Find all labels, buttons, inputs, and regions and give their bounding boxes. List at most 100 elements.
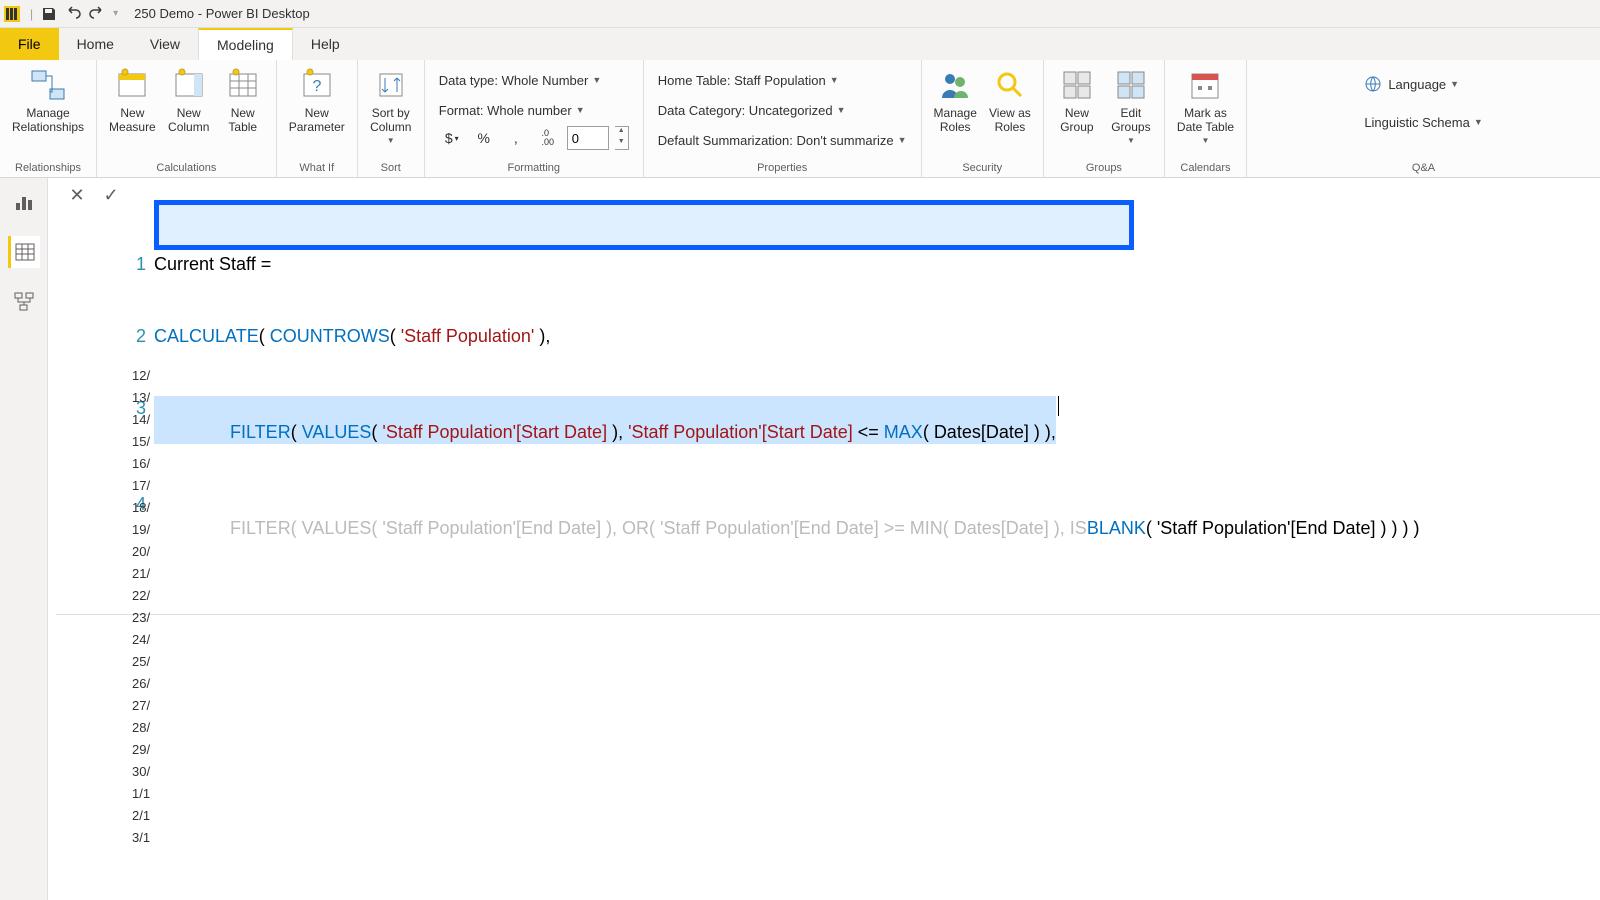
- chevron-down-icon: ▼: [592, 75, 601, 85]
- chevron-down-icon: ▼: [1127, 136, 1135, 145]
- manage-roles-button[interactable]: Manage Roles: [928, 64, 983, 137]
- table-row[interactable]: 14/: [132, 408, 162, 430]
- default-summarization-dropdown[interactable]: Default Summarization: Don't summarize▼: [658, 126, 907, 154]
- table-row[interactable]: 25/: [132, 650, 162, 672]
- formula-bar: ✕ ✓ 1Current Staff = 2CACALCULATE( COUNT…: [56, 178, 1600, 615]
- view-as-roles-button[interactable]: View as Roles: [983, 64, 1037, 137]
- menu-bar: File Home View Modeling Help: [0, 28, 1600, 60]
- data-type-dropdown[interactable]: Data type: Whole Number▼: [439, 66, 629, 94]
- table-row[interactable]: 28/: [132, 716, 162, 738]
- mark-as-date-table-button[interactable]: Mark as Date Table ▼: [1171, 64, 1240, 147]
- file-tab[interactable]: File: [0, 28, 59, 60]
- app-icon: [4, 6, 20, 22]
- currency-button[interactable]: $▾: [439, 126, 465, 150]
- view-rail: [0, 178, 48, 900]
- help-tab[interactable]: Help: [293, 28, 358, 60]
- modeling-tab[interactable]: Modeling: [198, 28, 293, 60]
- ribbon-group-security: Manage Roles View as Roles Security: [922, 60, 1044, 177]
- new-column-icon: [170, 66, 208, 104]
- table-row[interactable]: 12/: [132, 364, 162, 386]
- new-parameter-icon: ?: [298, 66, 336, 104]
- home-table-dropdown[interactable]: Home Table: Staff Population▼: [658, 66, 907, 94]
- linguistic-schema-dropdown[interactable]: Linguistic Schema▼: [1364, 108, 1482, 136]
- manage-relationships-icon: [29, 66, 67, 104]
- commit-formula-button[interactable]: ✓: [98, 182, 124, 208]
- table-row[interactable]: 27/: [132, 694, 162, 716]
- home-tab[interactable]: Home: [59, 28, 132, 60]
- view-as-roles-icon: [991, 66, 1029, 104]
- chevron-down-icon: ▼: [1450, 79, 1459, 89]
- chevron-down-icon: ▼: [1474, 117, 1483, 127]
- edit-groups-button[interactable]: Edit Groups ▼: [1104, 64, 1158, 147]
- manage-relationships-button[interactable]: Manage Relationships: [6, 64, 90, 137]
- ribbon-group-relationships: Manage Relationships Relationships: [0, 60, 97, 177]
- table-row[interactable]: 20/: [132, 540, 162, 562]
- model-view-icon[interactable]: [8, 286, 40, 318]
- text-cursor: [1058, 396, 1059, 416]
- new-table-icon: [224, 66, 262, 104]
- table-row[interactable]: 16/: [132, 452, 162, 474]
- calendar-icon: [1186, 66, 1224, 104]
- ribbon-group-sort: Sort by Column ▼ Sort: [358, 60, 425, 177]
- qat-separator: |: [30, 7, 33, 21]
- cancel-formula-button[interactable]: ✕: [64, 182, 90, 208]
- new-measure-icon: [113, 66, 151, 104]
- table-row[interactable]: 22/: [132, 584, 162, 606]
- new-table-button[interactable]: New Table: [216, 64, 270, 137]
- table-row[interactable]: 18/: [132, 496, 162, 518]
- new-group-button[interactable]: New Group: [1050, 64, 1104, 137]
- new-measure-button[interactable]: New Measure: [103, 64, 162, 137]
- ribbon-group-qa: Language▼ Linguistic Schema▼ Q&A: [1247, 60, 1600, 177]
- view-tab[interactable]: View: [132, 28, 198, 60]
- save-icon[interactable]: [37, 2, 61, 26]
- table-row[interactable]: 19/: [132, 518, 162, 540]
- data-category-dropdown[interactable]: Data Category: Uncategorized▼: [658, 96, 907, 124]
- ribbon-group-properties: Home Table: Staff Population▼ Data Categ…: [644, 60, 922, 177]
- undo-icon[interactable]: [61, 2, 85, 26]
- new-group-icon: [1058, 66, 1096, 104]
- decimals-icon: .0 .00: [535, 126, 561, 150]
- sort-by-column-button[interactable]: Sort by Column ▼: [364, 64, 418, 147]
- ribbon-group-calendars: Mark as Date Table ▼ Calendars: [1165, 60, 1247, 177]
- format-dropdown[interactable]: Format: Whole number▼: [439, 96, 629, 124]
- redo-icon[interactable]: [85, 2, 109, 26]
- selection-highlight: [154, 200, 1134, 250]
- thousands-button[interactable]: ,: [503, 126, 529, 150]
- ribbon-group-groups: New Group Edit Groups ▼ Groups: [1044, 60, 1165, 177]
- table-row[interactable]: 30/: [132, 760, 162, 782]
- chevron-down-icon: ▼: [576, 105, 585, 115]
- report-view-icon[interactable]: [8, 186, 40, 218]
- table-row[interactable]: 17/: [132, 474, 162, 496]
- sort-icon: [372, 66, 410, 104]
- new-column-button[interactable]: New Column: [162, 64, 216, 137]
- table-row[interactable]: 23/: [132, 606, 162, 628]
- qat-dropdown-icon[interactable]: ▾: [113, 8, 118, 19]
- row-dates-stub: 12/13/14/15/16/17/18/19/20/21/22/23/24/2…: [132, 364, 162, 848]
- table-row[interactable]: 15/: [132, 430, 162, 452]
- ribbon-group-formatting: Data type: Whole Number▼ Format: Whole n…: [425, 60, 644, 177]
- chevron-down-icon: ▼: [837, 105, 846, 115]
- table-row[interactable]: 1/1: [132, 782, 162, 804]
- table-row[interactable]: 3/1: [132, 826, 162, 848]
- chevron-down-icon: ▼: [898, 135, 907, 145]
- chevron-down-icon: ▼: [387, 136, 395, 145]
- edit-groups-icon: [1112, 66, 1150, 104]
- table-row[interactable]: 13/: [132, 386, 162, 408]
- table-row[interactable]: 21/: [132, 562, 162, 584]
- new-parameter-button[interactable]: ? New Parameter: [283, 64, 351, 137]
- table-row[interactable]: 29/: [132, 738, 162, 760]
- dax-editor[interactable]: 1Current Staff = 2CACALCULATE( COUNTROWS…: [132, 178, 1600, 614]
- window-title: 250 Demo - Power BI Desktop: [134, 6, 310, 21]
- table-row[interactable]: 24/: [132, 628, 162, 650]
- language-dropdown[interactable]: Language▼: [1364, 70, 1482, 98]
- percent-button[interactable]: %: [471, 126, 497, 150]
- formula-area: ✕ ✓ 1Current Staff = 2CACALCULATE( COUNT…: [56, 178, 1600, 615]
- globe-icon: [1364, 75, 1382, 93]
- chevron-down-icon: ▼: [1202, 136, 1210, 145]
- table-row[interactable]: 26/: [132, 672, 162, 694]
- decimals-input[interactable]: [567, 126, 609, 150]
- table-row[interactable]: 2/1: [132, 804, 162, 826]
- manage-roles-icon: [936, 66, 974, 104]
- data-view-icon[interactable]: [8, 236, 40, 268]
- decimals-spinner[interactable]: ▲▼: [615, 126, 629, 150]
